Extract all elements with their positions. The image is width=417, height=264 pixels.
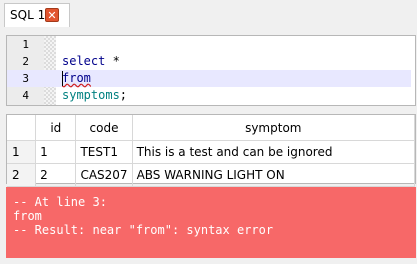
results-grid[interactable]: id code symptom 1 1 TEST1 This is a test… bbox=[6, 114, 416, 187]
line-number: 3 bbox=[22, 72, 29, 85]
cell-id[interactable]: 2 bbox=[35, 163, 77, 187]
tab-bar: SQL 1 ✕ bbox=[0, 0, 417, 28]
row-number[interactable]: 2 bbox=[7, 163, 37, 187]
line-number: 4 bbox=[22, 89, 29, 102]
keyword-select: select bbox=[62, 54, 106, 68]
message-line: -- At line 3: bbox=[13, 195, 107, 209]
text-caret bbox=[62, 71, 63, 86]
sql-editor[interactable]: 1 2 select * 3 from 4 symptoms; bbox=[6, 35, 416, 106]
code-text: select * bbox=[62, 53, 120, 70]
cell-symptom[interactable]: ABS WARNING LIGHT ON bbox=[132, 163, 416, 187]
semicolon: ; bbox=[119, 88, 128, 102]
close-icon[interactable]: ✕ bbox=[45, 8, 59, 22]
results-table: id code symptom 1 1 TEST1 This is a test… bbox=[7, 115, 416, 187]
column-header-symptom[interactable]: symptom bbox=[132, 115, 416, 141]
code-text: from bbox=[62, 70, 91, 87]
cell-symptom[interactable]: This is a test and can be ignored bbox=[132, 140, 416, 164]
table-row[interactable]: 1 1 TEST1 This is a test and can be igno… bbox=[7, 140, 416, 164]
header-row: id code symptom bbox=[7, 115, 416, 141]
error-message-panel[interactable]: -- At line 3: from -- Result: near "from… bbox=[6, 187, 416, 258]
cell-code[interactable]: TEST1 bbox=[75, 140, 133, 164]
column-header-code[interactable]: code bbox=[75, 115, 133, 141]
corner-header[interactable] bbox=[7, 115, 37, 141]
cell-id[interactable]: 1 bbox=[35, 140, 77, 164]
editor-line-1[interactable]: 1 bbox=[7, 36, 411, 53]
message-line: from bbox=[13, 209, 42, 223]
code-text: symptoms; bbox=[62, 87, 127, 104]
row-number[interactable]: 1 bbox=[7, 140, 37, 164]
table-row[interactable]: 2 2 CAS207 ABS WARNING LIGHT ON bbox=[7, 163, 416, 187]
editor-line-4[interactable]: 4 symptoms; bbox=[7, 87, 411, 104]
editor-line-3[interactable]: 3 from bbox=[7, 70, 411, 87]
tab-sql-1[interactable]: SQL 1 ✕ bbox=[4, 3, 70, 27]
table-identifier: symptoms bbox=[62, 88, 120, 102]
tab-label: SQL 1 bbox=[10, 8, 46, 22]
line-number: 1 bbox=[22, 38, 29, 51]
asterisk: * bbox=[112, 54, 120, 68]
column-header-id[interactable]: id bbox=[35, 115, 77, 141]
cell-code[interactable]: CAS207 bbox=[75, 163, 133, 187]
message-line: -- Result: near "from": syntax error bbox=[13, 223, 274, 237]
line-number: 2 bbox=[22, 55, 29, 68]
editor-line-2[interactable]: 2 select * bbox=[7, 53, 411, 70]
keyword-from-error: from bbox=[62, 71, 91, 85]
